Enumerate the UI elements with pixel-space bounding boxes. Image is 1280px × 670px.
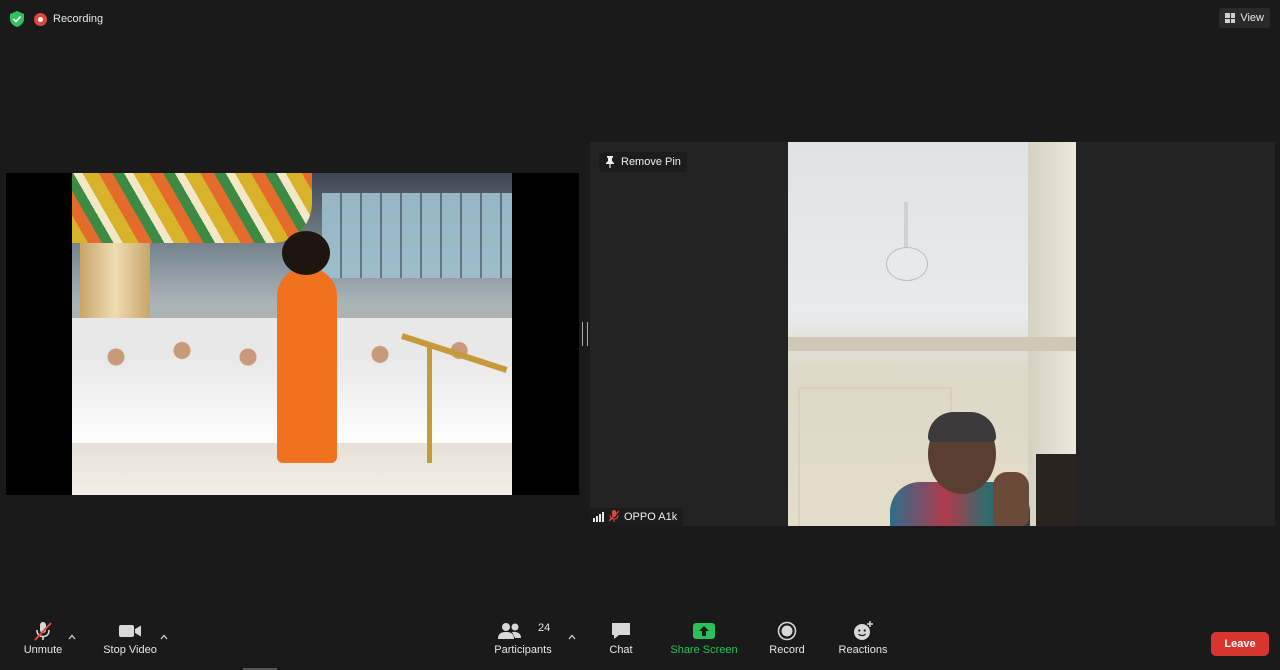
- video-options-chevron-up-icon[interactable]: [160, 628, 168, 640]
- brass-post: [427, 343, 432, 463]
- chat-label: Chat: [609, 644, 633, 656]
- view-label: View: [1240, 12, 1264, 24]
- share-screen-arrow-icon: [692, 618, 716, 644]
- signal-strength-icon: [593, 512, 604, 522]
- pin-icon: [605, 156, 615, 168]
- stop-video-button[interactable]: Stop Video: [98, 618, 162, 666]
- security-shield-icon[interactable]: [10, 11, 24, 27]
- muted-mic-icon: [608, 509, 620, 525]
- shared-video-tile[interactable]: [6, 173, 579, 495]
- reactions-button[interactable]: Reactions: [836, 618, 890, 666]
- unmute-label: Unmute: [23, 644, 63, 656]
- recording-dot-icon: [34, 12, 47, 26]
- unmute-button[interactable]: Unmute: [18, 618, 68, 666]
- view-grid-icon: [1225, 13, 1236, 23]
- chat-button[interactable]: Chat: [601, 618, 641, 666]
- leave-button[interactable]: Leave: [1211, 632, 1269, 656]
- record-icon: [777, 618, 797, 644]
- reactions-label: Reactions: [838, 644, 888, 656]
- folded-hands: [993, 472, 1029, 526]
- participants-count: 24: [538, 622, 551, 634]
- meeting-toolbar: Unmute Stop Video 24 Participants Chat S…: [0, 618, 1280, 670]
- participant-name-tag: OPPO A1k: [590, 508, 684, 526]
- ceiling-edge: [788, 337, 1076, 351]
- pinned-video-tile[interactable]: Remove Pin OPPO A1k: [590, 142, 1275, 526]
- view-button[interactable]: View: [1219, 8, 1270, 28]
- hall-window: [322, 193, 512, 278]
- participant-hair: [928, 412, 996, 442]
- stop-video-label: Stop Video: [103, 644, 157, 656]
- smiley-plus-icon: [852, 618, 874, 644]
- record-button[interactable]: Record: [767, 618, 807, 666]
- muted-microphone-icon: [32, 618, 54, 644]
- figure-hair: [282, 231, 330, 275]
- meeting-status-bar: Recording: [10, 10, 103, 28]
- record-label: Record: [769, 644, 805, 656]
- audio-options-chevron-up-icon[interactable]: [68, 628, 76, 640]
- chat-bubble-icon: [610, 618, 632, 644]
- shared-video-frame: [72, 173, 512, 495]
- participants-button[interactable]: 24 Participants: [492, 618, 554, 666]
- recording-indicator[interactable]: Recording: [34, 12, 104, 26]
- participants-icon: 24: [492, 618, 554, 644]
- video-camera-icon: [118, 618, 142, 644]
- participants-options-chevron-up-icon[interactable]: [568, 628, 576, 640]
- remove-pin-button[interactable]: Remove Pin: [599, 152, 687, 172]
- participant-name: OPPO A1k: [624, 511, 678, 523]
- participants-label: Participants: [494, 644, 552, 656]
- remove-pin-label: Remove Pin: [621, 156, 681, 168]
- orange-robed-figure: [277, 268, 337, 463]
- decorated-canopy: [72, 173, 312, 243]
- participant-camera-feed: [788, 142, 1076, 526]
- layout-splitter-handle[interactable]: [582, 322, 588, 346]
- share-screen-label: Share Screen: [670, 644, 738, 656]
- share-screen-button[interactable]: Share Screen: [668, 618, 740, 666]
- wooden-box: [1036, 454, 1076, 526]
- ceiling-fan: [886, 247, 928, 281]
- recording-label: Recording: [53, 13, 104, 25]
